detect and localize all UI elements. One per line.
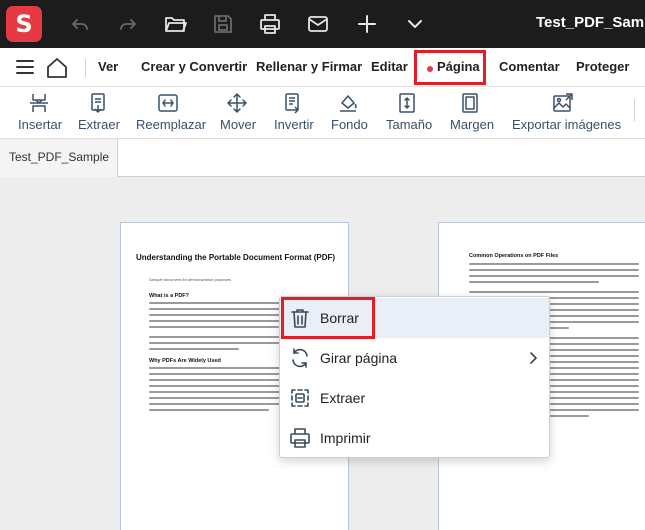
tool-fondo[interactable]: Fondo xyxy=(331,87,368,139)
tool-label: Fondo xyxy=(331,117,368,132)
plus-icon[interactable] xyxy=(355,12,379,36)
page-1-heading-2: Why PDFs Are Widely Used xyxy=(149,358,221,364)
text-line xyxy=(469,263,639,265)
page-1-heading-1: What is a PDF? xyxy=(149,293,190,299)
print-icon xyxy=(289,427,311,449)
menu-rellenar-y-firmar[interactable]: Rellenar y Firmar xyxy=(256,59,362,74)
text-line xyxy=(469,275,639,277)
menu-ver[interactable]: Ver xyxy=(98,59,118,74)
context-item-label: Girar página xyxy=(320,350,398,366)
context-item-label: Extraer xyxy=(320,390,366,406)
document-title: Test_PDF_Sample xyxy=(536,14,645,31)
move-icon xyxy=(226,92,248,114)
context-item-label: Imprimir xyxy=(320,430,371,446)
menu-editar[interactable]: Editar xyxy=(371,59,408,74)
tool-label: Reemplazar xyxy=(136,117,207,132)
tool-label: Exportar imágenes xyxy=(512,117,622,132)
tool-insertar[interactable]: Insertar xyxy=(18,87,63,139)
tool-tamano[interactable]: Tamaño xyxy=(386,87,433,139)
tool-margen[interactable]: Margen xyxy=(450,87,495,139)
context-item-imprimir[interactable]: Imprimir xyxy=(280,418,549,458)
redo-icon[interactable] xyxy=(116,12,140,36)
toolbar-divider xyxy=(634,99,635,121)
title-bar: S Test_PDF_Sample xyxy=(0,0,645,48)
tool-label: Tamaño xyxy=(386,117,433,132)
export-images-icon xyxy=(552,92,574,114)
page-size-icon xyxy=(396,92,418,114)
rotate-icon xyxy=(289,347,311,369)
extract-icon xyxy=(289,387,311,409)
menu-pagina[interactable]: Página xyxy=(414,50,486,85)
print-icon[interactable] xyxy=(258,12,282,36)
page-toolbar: Insertar Extraer Reemplazar Mover Invert… xyxy=(0,87,645,139)
document-tab-strip: Test_PDF_Sample xyxy=(0,139,645,178)
tool-reemplazar[interactable]: Reemplazar xyxy=(136,87,206,139)
app-logo[interactable]: S xyxy=(6,6,42,42)
borrar-highlight-box xyxy=(281,297,375,339)
chevron-down-icon[interactable] xyxy=(403,12,427,36)
tool-invertir[interactable]: Invertir xyxy=(274,87,314,139)
tool-label: Mover xyxy=(220,117,257,132)
margin-icon xyxy=(459,92,481,114)
text-line xyxy=(469,269,639,271)
text-line xyxy=(149,348,239,350)
undo-icon[interactable] xyxy=(68,12,92,36)
save-icon[interactable] xyxy=(211,12,235,36)
tool-exportar-imagenes[interactable]: Exportar imágenes xyxy=(512,87,621,139)
page-1-title: Understanding the Portable Document Form… xyxy=(135,253,336,262)
menu-comentar[interactable]: Comentar xyxy=(499,59,560,74)
tool-label: Extraer xyxy=(78,117,120,132)
tool-mover[interactable]: Mover xyxy=(220,87,256,139)
replace-page-icon xyxy=(157,92,179,114)
text-line xyxy=(469,281,599,283)
context-item-girar-pagina[interactable]: Girar página xyxy=(280,338,549,378)
tool-label: Insertar xyxy=(18,117,63,132)
menu-bar: Ver Crear y Convertir Rellenar y Firmar … xyxy=(0,48,645,87)
document-tab[interactable]: Test_PDF_Sample xyxy=(0,139,118,178)
chevron-right-icon xyxy=(527,351,539,365)
menu-pagina-label: Página xyxy=(437,59,480,74)
document-tab-label: Test_PDF_Sample xyxy=(9,150,110,164)
page-1-subtitle: Sample document for demonstration purpos… xyxy=(149,277,232,282)
background-fill-icon xyxy=(337,92,359,114)
mail-icon[interactable] xyxy=(306,12,330,36)
page-2-heading-1: Common Operations on PDF Files xyxy=(469,253,559,259)
text-line xyxy=(469,291,639,293)
menu-proteger[interactable]: Proteger xyxy=(576,59,629,74)
tool-label: Invertir xyxy=(274,117,314,132)
hamburger-menu-icon[interactable] xyxy=(16,59,34,75)
tool-label: Margen xyxy=(450,117,495,132)
home-icon[interactable] xyxy=(45,56,69,80)
text-line xyxy=(149,326,279,328)
active-dot xyxy=(427,66,433,72)
text-line xyxy=(149,409,269,411)
open-folder-icon[interactable] xyxy=(163,12,187,36)
insert-page-icon xyxy=(28,92,50,114)
tool-extraer[interactable]: Extraer xyxy=(78,87,120,139)
reverse-icon xyxy=(281,92,303,114)
extract-page-icon xyxy=(87,92,109,114)
menu-divider xyxy=(85,59,86,77)
context-item-extraer[interactable]: Extraer xyxy=(280,378,549,418)
menu-crear-y-convertir[interactable]: Crear y Convertir xyxy=(141,59,247,74)
